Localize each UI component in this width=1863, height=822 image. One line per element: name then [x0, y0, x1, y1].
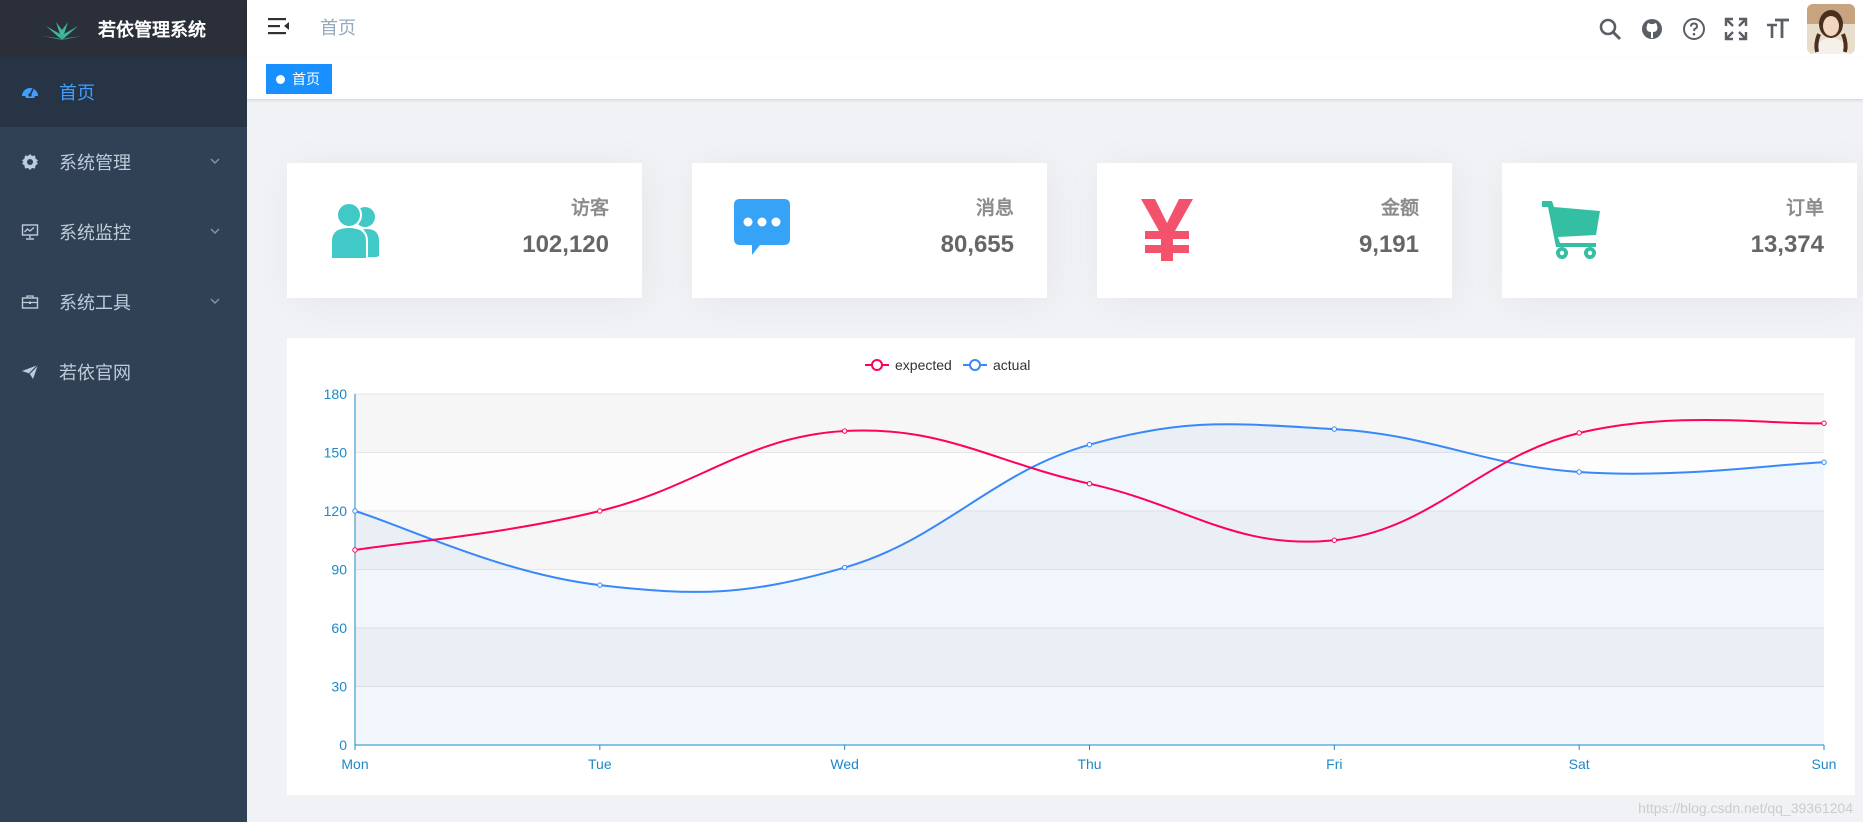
toolbox-icon [21, 293, 39, 311]
navbar-right-menu [1597, 0, 1855, 58]
avatar[interactable] [1807, 4, 1855, 54]
sidebar-item-home[interactable]: 首页 [0, 57, 247, 127]
legend-marker [871, 359, 883, 371]
panel-value: 13,374 [1750, 231, 1824, 258]
panel-value: 102,120 [522, 231, 609, 258]
sidebar-item-label: 系统监控 [59, 223, 131, 243]
sidebar: 若依管理系统 首页 系统管理 系统监控 系统工具 若依官网 [0, 0, 247, 822]
y-tick-label: 60 [331, 620, 347, 636]
sidebar-item-label: 首页 [59, 83, 95, 103]
panel-money[interactable]: 金额 9,191 [1097, 163, 1452, 298]
x-tick-label: Wed [830, 756, 859, 772]
y-tick-label: 30 [331, 679, 347, 695]
data-point-actual [1821, 459, 1827, 465]
shopping-cart-icon [1540, 197, 1604, 261]
y-tick-label: 0 [339, 737, 347, 753]
sidebar-item-system-monitor[interactable]: 系统监控 [0, 197, 247, 267]
y-tick-label: 180 [324, 386, 348, 402]
chevron-down-icon [210, 298, 220, 304]
chevron-down-icon [210, 228, 220, 234]
hamburger-icon[interactable] [267, 14, 291, 38]
data-point-expected [352, 547, 358, 553]
sidebar-item-system-management[interactable]: 系统管理 [0, 127, 247, 197]
panel-visitors[interactable]: 访客 102,120 [287, 163, 642, 298]
data-point-actual [1331, 426, 1338, 432]
panel-value: 80,655 [940, 231, 1014, 258]
breadcrumb: 首页 [320, 18, 356, 38]
data-point-actual [1086, 442, 1093, 448]
data-point-actual [597, 582, 603, 588]
panel-label: 订单 [1785, 198, 1824, 219]
fullscreen-icon[interactable] [1723, 16, 1749, 42]
panel-orders[interactable]: 订单 13,374 [1502, 163, 1857, 298]
data-point-actual [352, 508, 358, 514]
data-point-expected [1331, 537, 1338, 543]
line-chart[interactable]: 0 30 60 90 120 150 180 Mon Tue Wed Thu Fri Sat Sun exp… [287, 338, 1855, 795]
sidebar-item-official-site[interactable]: 若依官网 [0, 337, 247, 407]
y-tick-label: 150 [324, 445, 348, 461]
dashboard-icon [21, 83, 39, 101]
sidebar-item-system-tools[interactable]: 系统工具 [0, 267, 247, 337]
monitor-icon [21, 223, 39, 241]
data-point-expected [597, 508, 603, 514]
x-tick-label: Sun [1812, 756, 1837, 772]
y-tick-label: 90 [331, 562, 347, 578]
active-dot-icon [276, 74, 285, 84]
gear-icon [21, 153, 39, 171]
panel-messages[interactable]: 消息 80,655 [692, 163, 1047, 298]
paper-plane-icon [21, 363, 39, 381]
tag-home[interactable]: 首页 [266, 64, 332, 94]
data-point-actual [841, 564, 848, 571]
search-icon[interactable] [1597, 16, 1623, 42]
x-tick-label: Mon [341, 756, 368, 772]
sidebar-item-label: 若依官网 [59, 363, 131, 383]
logo-icon [42, 21, 82, 40]
sidebar-item-label: 系统管理 [59, 153, 131, 173]
github-icon[interactable] [1639, 16, 1665, 42]
tag-label: 首页 [292, 71, 320, 87]
x-tick-label: Thu [1077, 756, 1101, 772]
legend-label: expected [895, 357, 952, 373]
money-icon [1135, 197, 1199, 261]
data-point-expected [1086, 481, 1093, 487]
chevron-down-icon [210, 158, 220, 164]
data-point-actual [1576, 469, 1582, 475]
x-tick-label: Tue [588, 756, 612, 772]
data-point-expected [1821, 420, 1827, 426]
data-point-expected [841, 428, 848, 434]
y-tick-label: 120 [324, 503, 348, 519]
app-title: 若依管理系统 [98, 19, 206, 40]
people-icon [325, 197, 389, 261]
panel-label: 消息 [975, 198, 1014, 219]
sidebar-item-label: 系统工具 [59, 293, 131, 313]
x-tick-label: Sat [1569, 756, 1590, 772]
panel-label: 访客 [570, 198, 609, 219]
font-size-icon[interactable] [1765, 16, 1791, 42]
watermark: https://blog.csdn.net/qq_39361204 [1638, 800, 1853, 816]
line-chart-card: 0 30 60 90 120 150 180 Mon Tue Wed Thu Fri Sat Sun exp… [287, 338, 1855, 795]
legend-label: actual [993, 357, 1030, 373]
x-tick-label: Fri [1326, 756, 1342, 772]
panel-value: 9,191 [1358, 231, 1419, 258]
panel-label: 金额 [1380, 198, 1419, 219]
logo[interactable]: 若依管理系统 [0, 0, 247, 57]
data-point-expected [1576, 430, 1582, 436]
tags-view: 首页 [247, 58, 1863, 100]
legend-marker [969, 359, 981, 371]
question-icon[interactable] [1681, 16, 1707, 42]
navbar: 首页 [247, 0, 1863, 58]
message-icon [730, 197, 794, 261]
